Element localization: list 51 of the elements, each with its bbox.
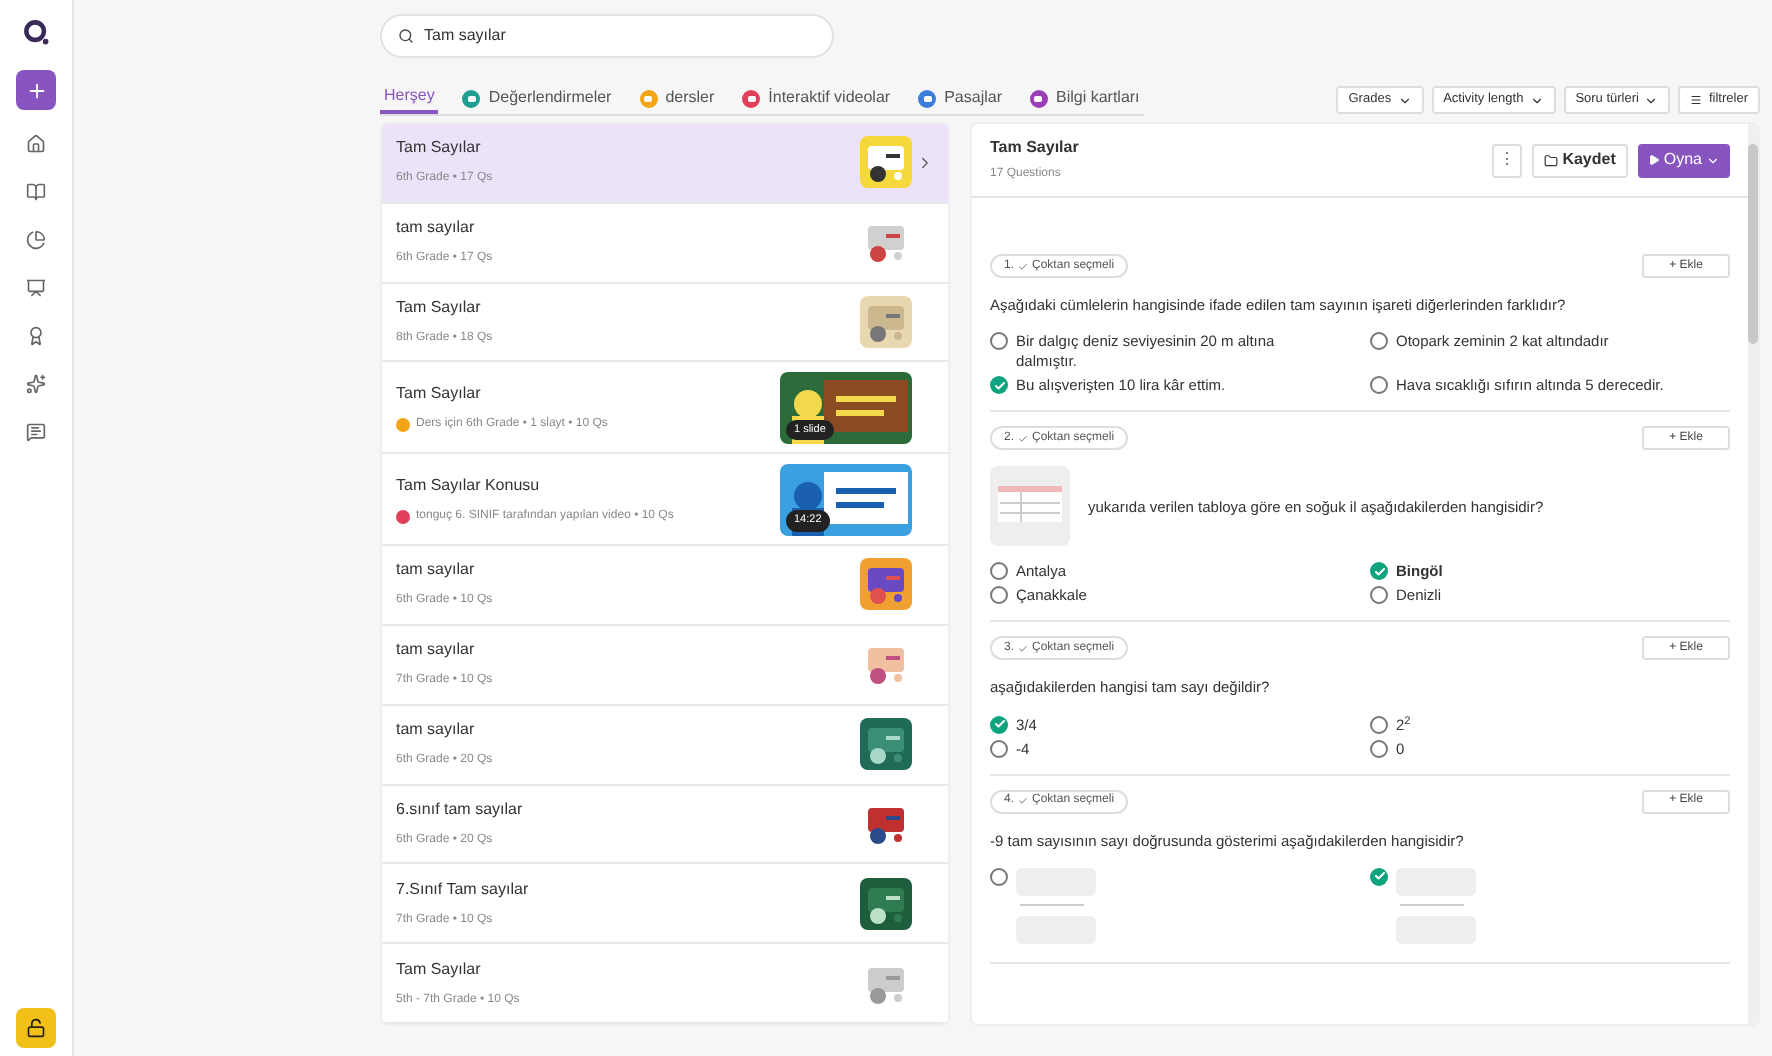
- chevron-icon: [916, 153, 934, 172]
- unlock-button[interactable]: [16, 1008, 56, 1048]
- unlocked-padlock-icon: [26, 1018, 46, 1038]
- result-title: tam sayılar: [396, 718, 477, 743]
- result-title: Tam Sayılar Konusu: [396, 473, 542, 498]
- filter-tab[interactable]: Değerlendirmeler: [458, 82, 616, 114]
- video-icon: [396, 509, 410, 524]
- more-button[interactable]: ⋮: [1492, 143, 1523, 177]
- result-title: Tam Sayılar: [396, 296, 483, 321]
- create-button[interactable]: [16, 70, 56, 110]
- check-icon: [1018, 261, 1029, 271]
- result-title: Tam Sayılar: [396, 381, 483, 406]
- sparkles-icon[interactable]: [26, 374, 46, 394]
- result-title: 7.Sınıf Tam sayılar: [396, 877, 531, 902]
- logo-icon: [22, 18, 50, 46]
- filter-tab[interactable]: Herşey: [380, 82, 439, 114]
- menu-icon: [1690, 94, 1703, 106]
- result-title: tam sayılar: [396, 216, 477, 241]
- pie-chart-icon[interactable]: [26, 230, 46, 250]
- message-icon[interactable]: [26, 422, 46, 442]
- presentation-icon[interactable]: [26, 278, 46, 298]
- filter-tab[interactable]: Pasajlar: [914, 82, 1006, 114]
- search-field[interactable]: Tam sayılar: [380, 14, 834, 58]
- chevron-down-icon: [1706, 153, 1720, 167]
- play-icon: [1647, 154, 1660, 166]
- result-title: tam sayılar: [396, 638, 477, 663]
- save-button[interactable]: Kaydet: [1532, 143, 1628, 177]
- preview-title: Tam Sayılar: [990, 136, 1081, 160]
- folder-icon: [1544, 153, 1559, 167]
- chevron-down-icon: [1644, 93, 1659, 107]
- result-title: tam sayılar: [396, 558, 477, 583]
- result-title: Tam Sayılar: [396, 136, 483, 161]
- book-icon[interactable]: [26, 182, 46, 202]
- lesson-icon: [396, 417, 410, 432]
- search-input[interactable]: Tam sayılar: [424, 24, 816, 48]
- search-icon: [398, 28, 414, 44]
- plus-icon: [25, 79, 47, 101]
- play-button[interactable]: Oyna: [1637, 143, 1730, 177]
- check-icon: [1018, 643, 1029, 654]
- chevron-down-icon: [1397, 93, 1412, 107]
- award-icon[interactable]: [26, 326, 46, 346]
- check-icon: [1018, 796, 1029, 806]
- chevron-down-icon: [1529, 93, 1544, 107]
- check-icon: [1018, 433, 1029, 444]
- result-title: Tam Sayılar: [396, 957, 483, 982]
- filter-tab[interactable]: İnteraktif videolar: [738, 82, 895, 114]
- filter-tab[interactable]: Bilgi kartları: [1025, 82, 1144, 114]
- scrollbar[interactable]: [1748, 124, 1758, 1024]
- filter-tab[interactable]: dersler: [635, 82, 719, 114]
- result-title: 6.sınıf tam sayılar: [396, 797, 525, 822]
- home-icon[interactable]: [26, 134, 46, 154]
